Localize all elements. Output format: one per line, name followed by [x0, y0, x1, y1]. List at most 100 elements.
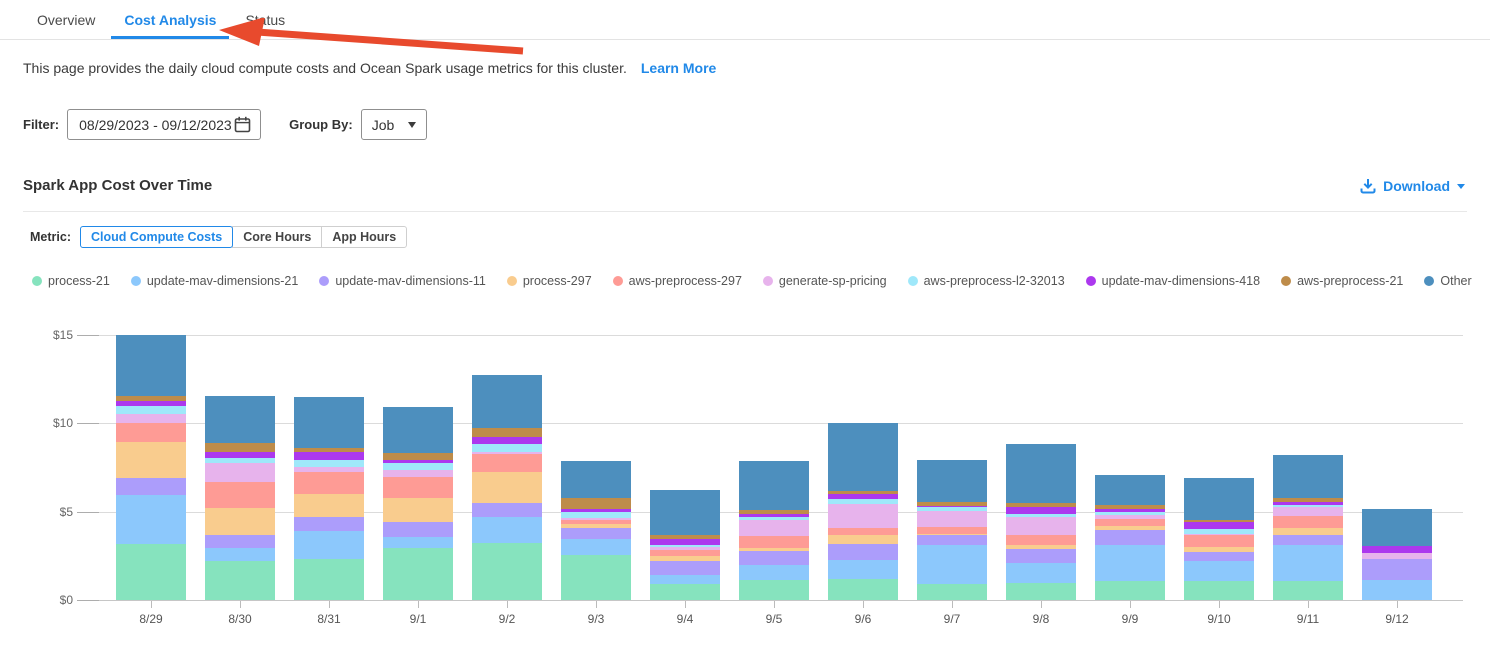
bar-segment: [205, 508, 275, 535]
bar-segment: [294, 397, 364, 448]
legend-item[interactable]: Other: [1424, 274, 1471, 288]
x-axis-tick: [507, 601, 508, 608]
x-axis-tick: [774, 601, 775, 608]
bar-segment: [739, 517, 809, 520]
bar-segment: [561, 509, 631, 512]
x-axis-tick: [685, 601, 686, 608]
x-tick-label: 9/5: [734, 612, 814, 626]
bar-segment: [116, 495, 186, 545]
legend-label: aws-preprocess-21: [1297, 274, 1403, 288]
metric-option-app-hours[interactable]: App Hours: [321, 226, 407, 248]
gridline: [77, 600, 1463, 601]
bar-segment: [650, 556, 720, 561]
tab-cost-analysis[interactable]: Cost Analysis: [124, 0, 216, 39]
bar-segment: [472, 444, 542, 452]
bar-segment: [294, 452, 364, 460]
metric-option-core-hours[interactable]: Core Hours: [232, 226, 322, 248]
legend-dot-icon: [1086, 276, 1096, 286]
download-icon: [1360, 178, 1376, 194]
bar-segment: [383, 477, 453, 498]
bar-segment: [1273, 581, 1343, 600]
legend-item[interactable]: generate-sp-pricing: [763, 274, 887, 288]
bar-segment: [561, 512, 631, 518]
legend-item[interactable]: aws-preprocess-21: [1281, 274, 1403, 288]
x-tick-label: 9/4: [645, 612, 725, 626]
bar-segment: [1095, 519, 1165, 526]
bar-segment: [1006, 444, 1076, 502]
bar-segment: [116, 401, 186, 405]
bar-segment: [1006, 549, 1076, 563]
bar-segment: [294, 472, 364, 494]
bar-segment: [561, 528, 631, 539]
bar-segment: [739, 565, 809, 580]
bar-segment: [650, 490, 720, 535]
bar-segment: [383, 453, 453, 460]
bar-segment: [472, 437, 542, 444]
bar-segment: [294, 494, 364, 517]
x-tick-label: 8/29: [111, 612, 191, 626]
y-axis-tick: [77, 512, 99, 513]
bar-segment: [1006, 545, 1076, 549]
bar-segment: [1184, 581, 1254, 600]
bar-segment: [1095, 505, 1165, 509]
bar-segment: [383, 460, 453, 463]
bar-segment: [650, 545, 720, 547]
bar-segment: [1006, 503, 1076, 507]
metric-label: Metric:: [30, 230, 71, 244]
bar-segment: [383, 548, 453, 600]
bar-segment: [917, 511, 987, 527]
bar-segment: [561, 524, 631, 528]
download-button[interactable]: Download: [1360, 178, 1465, 194]
legend-item[interactable]: aws-preprocess-297: [613, 274, 742, 288]
tab-status[interactable]: Status: [245, 0, 285, 39]
bar-segment: [650, 550, 720, 556]
bar-segment: [917, 584, 987, 600]
bar-segment: [294, 467, 364, 472]
x-axis-tick: [1041, 601, 1042, 608]
legend-dot-icon: [1424, 276, 1434, 286]
legend-label: update-mav-dimensions-11: [335, 274, 486, 288]
x-axis-tick: [1308, 601, 1309, 608]
legend-label: update-mav-dimensions-418: [1102, 274, 1260, 288]
bar-segment: [1273, 545, 1343, 581]
group-by-label: Group By:: [289, 117, 353, 132]
bar-segment: [1184, 478, 1254, 520]
legend-label: generate-sp-pricing: [779, 274, 887, 288]
divider: [23, 211, 1467, 212]
group-by-select[interactable]: Job: [361, 109, 427, 140]
bar-segment: [1184, 529, 1254, 533]
calendar-icon: [234, 116, 251, 133]
bar-segment: [739, 520, 809, 537]
bar-segment: [828, 499, 898, 503]
tab-overview[interactable]: Overview: [37, 0, 95, 39]
learn-more-link[interactable]: Learn More: [641, 60, 716, 76]
bar-segment: [1184, 522, 1254, 529]
bar-segment: [472, 543, 542, 600]
bar-segment: [116, 335, 186, 396]
x-tick-label: 9/7: [912, 612, 992, 626]
bar-segment: [1362, 553, 1432, 559]
legend-item[interactable]: update-mav-dimensions-418: [1086, 274, 1260, 288]
legend-item[interactable]: aws-preprocess-l2-32013: [908, 274, 1065, 288]
filter-row: Filter: 08/29/2023 - 09/12/2023 Group By…: [23, 109, 427, 140]
bar-segment: [917, 460, 987, 502]
legend-item[interactable]: process-21: [32, 274, 110, 288]
date-range-picker[interactable]: 08/29/2023 - 09/12/2023: [67, 109, 261, 140]
x-tick-label: 9/1: [378, 612, 458, 626]
metric-option-cloud-compute-costs[interactable]: Cloud Compute Costs: [80, 226, 233, 248]
legend-item[interactable]: process-297: [507, 274, 592, 288]
bar-segment: [205, 561, 275, 600]
bar-segment: [472, 503, 542, 517]
bar-segment: [205, 482, 275, 508]
bar-segment: [828, 491, 898, 494]
legend-dot-icon: [763, 276, 773, 286]
legend-item[interactable]: update-mav-dimensions-11: [319, 274, 486, 288]
legend-item[interactable]: update-mav-dimensions-21: [131, 274, 298, 288]
bar-segment: [1273, 498, 1343, 502]
bar-segment: [650, 547, 720, 550]
bar-segment: [917, 502, 987, 506]
bar-segment: [1006, 583, 1076, 600]
bar-segment: [561, 520, 631, 524]
bar-segment: [828, 494, 898, 499]
bar-segment: [650, 561, 720, 575]
